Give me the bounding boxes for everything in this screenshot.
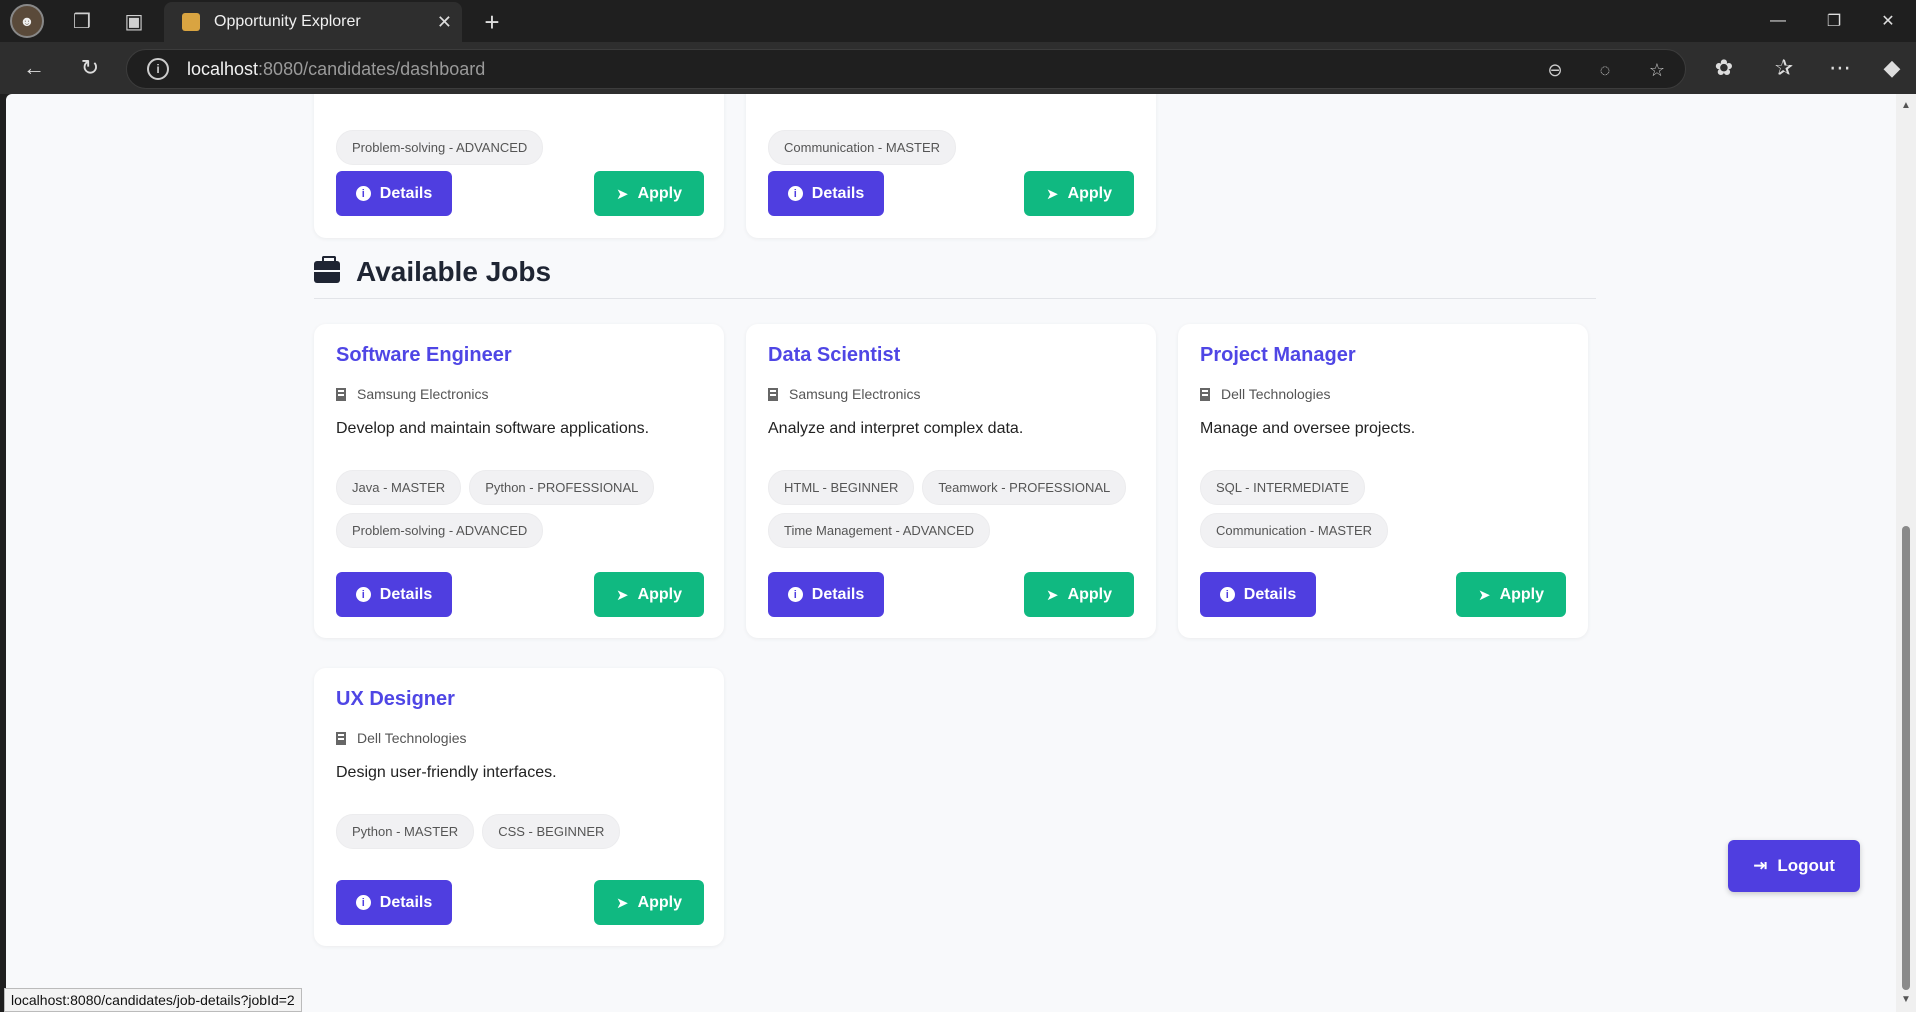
address-bar[interactable]: i localhost:8080/candidates/dashboard ⊖ … bbox=[126, 49, 1686, 89]
skills-list: SQL - INTERMEDIATE Communication - MASTE… bbox=[1200, 470, 1460, 548]
page-viewport: Problem-solving - ADVANCED i Details ➤ App… bbox=[6, 94, 1896, 1012]
details-button[interactable]: i Details bbox=[1200, 572, 1316, 617]
browser-tab[interactable]: Opportunity Explorer ✕ bbox=[164, 2, 462, 42]
scroll-thumb[interactable] bbox=[1902, 526, 1910, 990]
minimize-button[interactable]: — bbox=[1750, 0, 1806, 42]
job-card: Project Manager Dell Technologies Manage… bbox=[1178, 324, 1588, 638]
close-window-button[interactable]: ✕ bbox=[1860, 0, 1916, 42]
paper-plane-icon: ➤ bbox=[615, 894, 629, 912]
workspaces-icon[interactable]: ❒ bbox=[62, 1, 102, 41]
job-title[interactable]: Project Manager bbox=[1200, 344, 1356, 367]
info-icon: i bbox=[1219, 587, 1235, 602]
job-title[interactable]: UX Designer bbox=[336, 688, 455, 711]
scroll-down-icon[interactable]: ▼ bbox=[1900, 994, 1912, 1006]
details-button[interactable]: i Details bbox=[336, 880, 452, 925]
job-card-partial-2: Communication - MASTER i Details ➤ Apply bbox=[746, 94, 1156, 238]
section-divider bbox=[314, 298, 1596, 299]
skill-chip: SQL - INTERMEDIATE bbox=[1200, 470, 1365, 505]
section-title: Available Jobs bbox=[314, 256, 551, 288]
url-text: localhost:8080/candidates/dashboard bbox=[187, 58, 486, 79]
scroll-up-icon[interactable]: ▲ bbox=[1900, 100, 1912, 112]
skills-list: Problem-solving - ADVANCED bbox=[336, 130, 716, 165]
job-card: UX Designer Dell Technologies Design use… bbox=[314, 668, 724, 946]
info-icon: i bbox=[355, 587, 371, 602]
paper-plane-icon: ➤ bbox=[1477, 586, 1491, 604]
info-icon: i bbox=[787, 587, 803, 602]
job-card: Software Engineer Samsung Electronics De… bbox=[314, 324, 724, 638]
skill-chip: Communication - MASTER bbox=[1200, 513, 1389, 548]
page-scrollbar[interactable]: ▲ ▼ bbox=[1896, 94, 1916, 1012]
info-icon: i bbox=[787, 186, 803, 201]
apply-button[interactable]: ➤ Apply bbox=[1024, 171, 1134, 216]
company: Samsung Electronics bbox=[336, 386, 489, 402]
favorites-icon[interactable]: ✰ bbox=[1764, 48, 1804, 88]
status-bar-url: localhost:8080/candidates/job-details?jo… bbox=[4, 988, 302, 1012]
job-title[interactable]: Software Engineer bbox=[336, 344, 512, 367]
site-info-icon[interactable]: i bbox=[147, 58, 169, 80]
job-card-partial-1: Problem-solving - ADVANCED i Details ➤ App… bbox=[314, 94, 724, 238]
skill-chip: Time Management - ADVANCED bbox=[768, 513, 991, 548]
job-description: Design user-friendly interfaces. bbox=[336, 764, 557, 781]
job-description: Develop and maintain software applicatio… bbox=[336, 420, 650, 437]
building-icon bbox=[336, 731, 346, 745]
skill-chip: Python - PROFESSIONAL bbox=[469, 470, 655, 505]
refresh-button[interactable]: ↻ bbox=[70, 48, 110, 88]
site-favicon-icon bbox=[182, 13, 200, 31]
vertical-tabs-icon[interactable]: ▣ bbox=[114, 1, 154, 41]
building-icon bbox=[768, 387, 778, 401]
skills-list: HTML - BEGINNER Teamwork - PROFESSIONAL … bbox=[768, 470, 1148, 548]
info-icon: i bbox=[355, 895, 371, 910]
details-button[interactable]: i Details bbox=[336, 572, 452, 617]
building-icon bbox=[336, 387, 346, 401]
apply-button[interactable]: ➤ Apply bbox=[594, 171, 704, 216]
details-button[interactable]: i Details bbox=[336, 171, 452, 216]
skills-list: Java - MASTER Python - PROFESSIONAL Prob… bbox=[336, 470, 716, 548]
details-button[interactable]: i Details bbox=[768, 171, 884, 216]
zoom-icon[interactable]: ⊖ bbox=[1535, 50, 1575, 90]
skills-list: Python - MASTER CSS - BEGINNER bbox=[336, 814, 716, 849]
extensions-icon[interactable]: ✿ bbox=[1704, 48, 1744, 88]
favorite-star-icon[interactable]: ☆ bbox=[1637, 50, 1677, 90]
profile-avatar[interactable]: ☻ bbox=[10, 4, 44, 38]
apply-button[interactable]: ➤ Apply bbox=[1024, 572, 1134, 617]
skill-chip: Communication - MASTER bbox=[768, 130, 957, 165]
skill-chip: CSS - BEGINNER bbox=[482, 814, 621, 849]
skill-chip: HTML - BEGINNER bbox=[768, 470, 915, 505]
apply-button[interactable]: ➤ Apply bbox=[594, 880, 704, 925]
briefcase-icon bbox=[314, 256, 340, 283]
job-description: Manage and oversee projects. bbox=[1200, 420, 1416, 437]
company: Samsung Electronics bbox=[768, 386, 921, 402]
skill-chip: Java - MASTER bbox=[336, 470, 462, 505]
building-icon bbox=[1200, 387, 1210, 401]
company: Dell Technologies bbox=[336, 730, 466, 746]
paper-plane-icon: ➤ bbox=[615, 185, 629, 203]
back-button[interactable]: ← bbox=[14, 48, 54, 88]
apply-button[interactable]: ➤ Apply bbox=[1456, 572, 1566, 617]
skills-list: Communication - MASTER bbox=[768, 130, 1148, 165]
reader-icon[interactable]: ◌ bbox=[1585, 50, 1625, 90]
info-icon: i bbox=[355, 186, 371, 201]
close-tab-icon[interactable]: ✕ bbox=[437, 12, 452, 33]
paper-plane-icon: ➤ bbox=[615, 586, 629, 604]
tab-title: Opportunity Explorer bbox=[214, 13, 361, 30]
details-button[interactable]: i Details bbox=[768, 572, 884, 617]
apply-button[interactable]: ➤ Apply bbox=[594, 572, 704, 617]
job-card: Data Scientist Samsung Electronics Analy… bbox=[746, 324, 1156, 638]
paper-plane-icon: ➤ bbox=[1045, 586, 1059, 604]
job-title[interactable]: Data Scientist bbox=[768, 344, 900, 367]
company: Dell Technologies bbox=[1200, 386, 1330, 402]
skill-chip: Python - MASTER bbox=[336, 814, 475, 849]
new-tab-button[interactable]: + bbox=[472, 2, 512, 42]
skill-chip: Problem-solving - ADVANCED bbox=[336, 513, 544, 548]
paper-plane-icon: ➤ bbox=[1045, 185, 1059, 203]
skill-chip: Problem-solving - ADVANCED bbox=[336, 130, 544, 165]
browser-toolbar: ← ↻ i localhost:8080/candidates/dashboar… bbox=[0, 42, 1916, 94]
copilot-icon[interactable]: ◆ bbox=[1872, 48, 1912, 88]
restore-button[interactable]: ❐ bbox=[1806, 0, 1862, 42]
more-menu-icon[interactable]: ⋯ bbox=[1820, 48, 1860, 88]
skill-chip: Teamwork - PROFESSIONAL bbox=[922, 470, 1127, 505]
logout-button[interactable]: ⇥ Logout bbox=[1728, 840, 1860, 892]
job-description: Analyze and interpret complex data. bbox=[768, 420, 1024, 437]
logout-icon: ⇥ bbox=[1753, 856, 1768, 875]
